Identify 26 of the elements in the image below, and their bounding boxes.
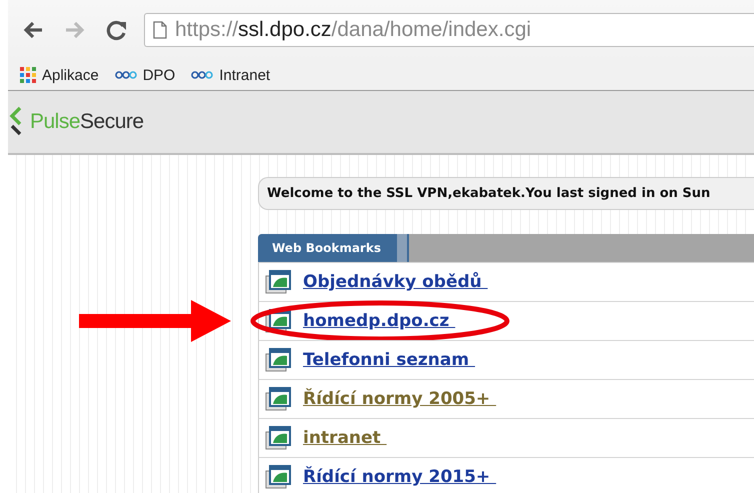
web-page-icon (265, 465, 291, 489)
site-logo-icon (191, 70, 214, 80)
address-bar[interactable]: https://ssl.dpo.cz/dana/home/index.cgi (144, 13, 754, 47)
welcome-message: Welcome to the SSL VPN,ekabatek.You last signed in on Sun (258, 177, 754, 210)
bookmark-link[interactable]: DPO (114, 66, 176, 84)
page-icon (153, 21, 167, 39)
site-logo-icon (114, 70, 137, 80)
tab-grip (394, 234, 409, 262)
bookmark-link[interactable]: Řídící normy 2005+ (303, 389, 496, 409)
reload-icon[interactable] (106, 19, 128, 41)
panel-tab[interactable]: Web Bookmarks (258, 234, 395, 262)
apps-grid-icon (20, 67, 36, 83)
bookmark-link[interactable]: Řídící normy 2015+ (303, 467, 496, 487)
url-text: https://ssl.dpo.cz/dana/home/index.cgi (175, 18, 532, 42)
web-page-icon (265, 387, 291, 411)
bookmark-link[interactable]: Objednávky obědů (303, 272, 488, 292)
back-icon[interactable] (22, 20, 44, 40)
web-page-icon (265, 270, 291, 294)
web-page-icon (265, 426, 291, 450)
brand-name: PulseSecure (30, 110, 144, 134)
bookmark-link[interactable]: intranet (303, 428, 387, 448)
bookmark-link[interactable]: Intranet (191, 66, 270, 84)
web-page-icon (265, 348, 291, 372)
web-page-icon (265, 309, 291, 333)
bookmark-link[interactable]: Telefonni seznam (303, 350, 476, 370)
bookmark-link[interactable]: Aplikace (20, 66, 99, 84)
